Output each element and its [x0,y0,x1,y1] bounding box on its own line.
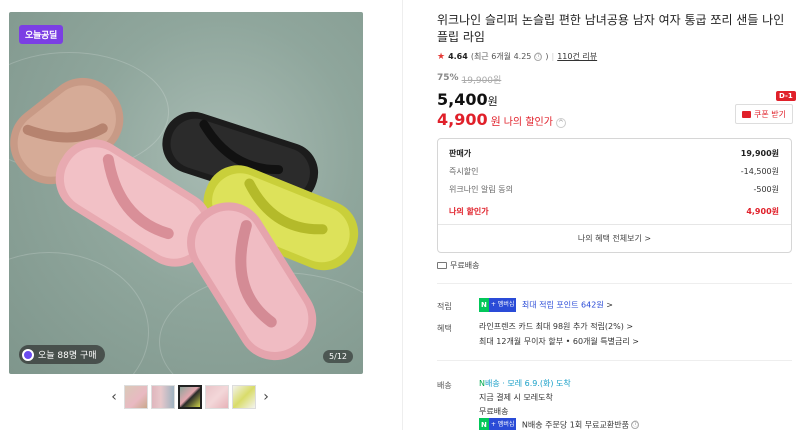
section-divider [437,283,792,284]
thumbnail-3[interactable] [178,385,202,409]
installment-text: 최대 12개월 무이자 할부 • 60개월 특별금리 [479,337,630,346]
rating-note: (최근 6개월 4.25 [470,52,532,61]
breakdown-value: -500원 [753,185,779,194]
my-price-unit: 원 [490,115,501,128]
thumb-prev-chevron-icon[interactable]: ‹ [107,389,121,405]
thumbnail-1[interactable] [124,385,148,409]
thumb-next-chevron-icon[interactable]: › [259,389,273,405]
star-icon: ★ [437,51,446,62]
points-value[interactable]: N + 멤버십 최대 적립 포인트 642원 > [479,298,613,313]
rating-note-close: ) [545,52,549,61]
my-price-value: 4,900 [437,110,488,129]
max-points-text: 최대 적립 포인트 642원 [521,300,604,310]
sale-price-unit: 원 [487,95,498,108]
chevron-up-icon[interactable]: ^ [555,118,566,128]
dday-badge: D-1 [776,91,796,101]
breakdown-row: 즉시할인 -14,500원 [449,166,779,177]
membership-tag: + 멤버십 [488,298,517,312]
shipping-label: 무료배송 [450,261,480,270]
purple-dot-icon [22,348,34,361]
original-price: 19,900원 [461,76,502,86]
breakdown-label: 위크나인 알림 동의 [449,185,513,194]
product-main-image[interactable]: 오늘공딜 오늘 88명 구매 5/12 [9,12,363,374]
review-count-link[interactable]: 110건 리뷰 [557,51,597,62]
breakdown-value: -14,500원 [740,167,779,176]
thumbnail-2[interactable] [151,385,175,409]
info-icon[interactable]: ⓘ [631,421,640,429]
card-benefit-line1[interactable]: 라인프렌즈 카드 최대 98원 추가 적립(2%) > [479,320,633,334]
slippers-photo [10,77,359,361]
delivery-line3: 무료배송 [479,407,509,416]
npay-plus-badge: N + 멤버십 [479,298,517,312]
free-return-text: N배송 주문당 1회 무료교환반품 [521,420,629,430]
membership-tag: + 멤버십 [488,418,517,430]
card-benefit-text: 라인프렌즈 카드 최대 98원 추가 적립(2%) [479,322,624,331]
coupon-button[interactable]: 쿠폰 받기 [735,104,793,124]
delivery-brand: 배송 [484,379,500,388]
delivery-arrival: N배송 · 모레 6.9.(화) 도착 [479,377,571,391]
chevron-right-icon: > [626,322,634,331]
separator: | [551,52,555,61]
column-divider [402,0,403,430]
my-price-label: 나의 할인가 [503,117,553,128]
naver-n-icon: N [479,418,489,430]
delivery-line4[interactable]: N + 멤버십 N배송 주문당 1회 무료교환반품 ⓘ [479,418,640,430]
arrival-text: · 모레 6.9.(화) 도착 [502,379,571,388]
shipping-row: 무료배송 [437,260,479,271]
benefit-label: 혜택 [437,324,452,333]
thumbnail-strip: ‹ › [107,385,273,409]
discount-row: 75% 19,900원 [437,73,792,86]
coupon-label: 쿠폰 받기 [754,109,786,119]
breakdown-label: 즉시할인 [449,167,479,176]
buy-count-text: 오늘 88명 구매 [38,351,97,361]
card-benefit-line2[interactable]: 최대 12개월 무이자 할부 • 60개월 특별금리 > [479,335,639,349]
thumbnail-4[interactable] [205,385,229,409]
image-counter: 5/12 [323,350,353,363]
breakdown-row: 판매가 19,900원 [449,148,779,159]
product-title: 위크나인 슬리퍼 논슬립 편한 남녀공용 남자 여자 통굽 쪼리 샌들 나인플립… [437,13,785,44]
breakdown-value: 4,900원 [746,207,779,216]
sale-price-value: 5,400 [437,90,488,109]
breakdown-label: 판매가 [449,149,472,158]
discount-breakdown-box: 판매가 19,900원 즉시할인 -14,500원 위크나인 알림 동의 -50… [437,138,792,253]
info-icon[interactable]: ⓘ [534,52,543,61]
npay-plus-badge: N + 멤버십 [479,418,517,430]
naver-n-icon: N [479,298,489,312]
today-buy-count-pill: 오늘 88명 구매 [19,345,105,364]
delivery-label: 배송 [437,381,452,390]
today-deal-badge: 오늘공딜 [19,25,63,44]
view-all-benefits-link[interactable]: 나의 혜택 전체보기 > [438,233,791,244]
thumbnail-5[interactable] [232,385,256,409]
points-label: 적립 [437,302,452,311]
discount-percent: 75% [437,73,459,83]
breakdown-label: 나의 할인가 [449,207,489,216]
rating-row: ★ 4.64 (최근 6개월 4.25 ⓘ ) | 110건 리뷰 [437,51,792,62]
rating-score: 4.64 [448,52,468,61]
chevron-right-icon: > [606,300,613,310]
section-divider [437,360,792,361]
breakdown-value: 19,900원 [740,149,779,158]
coupon-icon [742,110,751,118]
box-divider [438,224,791,225]
delivery-line2: 지금 결제 시 모레도착 [479,393,553,402]
breakdown-row: 위크나인 알림 동의 -500원 [449,184,779,195]
chevron-right-icon: > [632,337,639,346]
breakdown-row-my-price: 나의 할인가 4,900원 [449,206,779,217]
truck-icon [437,262,447,269]
